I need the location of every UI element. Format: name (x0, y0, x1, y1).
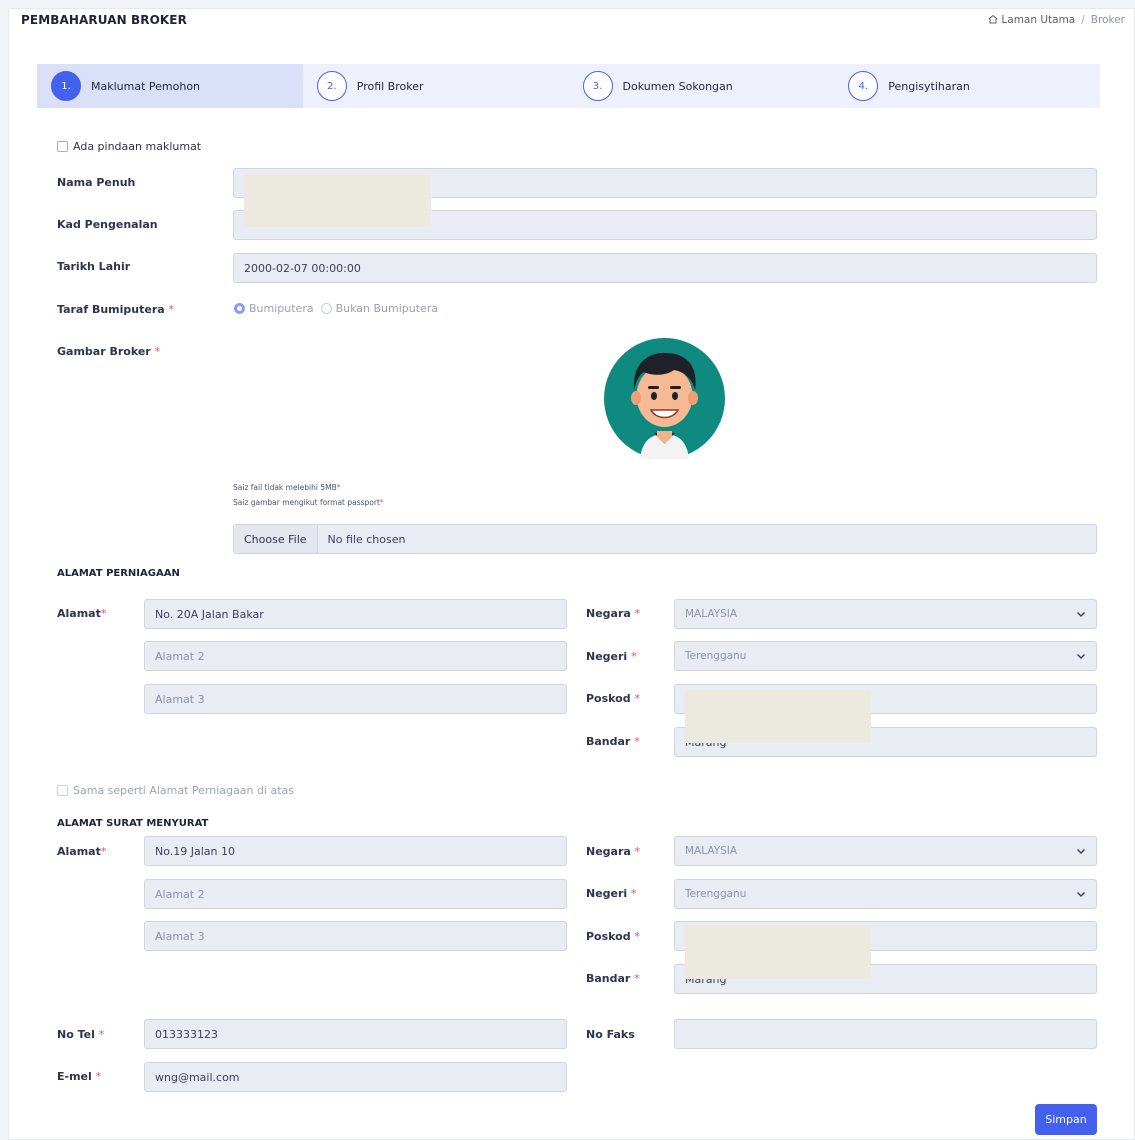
step-dokumen-sokongan[interactable]: 3. Dokumen Sokongan (569, 64, 835, 108)
step-number: 2. (316, 71, 347, 101)
broker-avatar-image (604, 338, 725, 459)
taraf-bumiputera-label: Taraf Bumiputera * (57, 303, 175, 316)
alamat-surat1-input[interactable]: No.19 Jalan 10 (144, 836, 567, 866)
radio-bukan-bumiputera[interactable] (320, 303, 332, 314)
page-title: PEMBAHARUAN BROKER (21, 13, 187, 27)
negara-surat-label: Negara * (586, 845, 641, 858)
kad-pengenalan-label: Kad Pengenalan (57, 218, 158, 231)
bandar-surat-label: Bandar * (586, 972, 640, 985)
section-alamat-perniagaan: ALAMAT PERNIAGAAN (57, 568, 180, 579)
poskod-label: Poskod * (586, 692, 640, 705)
chevron-down-icon (1077, 849, 1085, 854)
step-label: Dokumen Sokongan (622, 79, 733, 93)
amend-checkbox[interactable]: Ada pindaan maklumat (57, 140, 201, 153)
step-number: 1. (51, 71, 81, 101)
same-address-label: Sama seperti Alamat Perniagaan di atas (73, 784, 294, 797)
alamat1-input[interactable]: No. 20A Jalan Bakar (144, 599, 567, 629)
step-pengisytiharan[interactable]: 4. Pengisytiharan (834, 64, 1100, 108)
gambar-broker-label: Gambar Broker * (57, 345, 161, 358)
radio-bumiputera-label: Bumiputera (249, 302, 314, 315)
chevron-down-icon (1077, 654, 1085, 659)
radio-bukan-bumiputera-label: Bukan Bumiputera (335, 302, 439, 315)
alamat-surat2-input[interactable]: Alamat 2 (144, 879, 567, 909)
step-profil-broker[interactable]: 2. Profil Broker (303, 64, 569, 108)
alamat-surat-label: Alamat* (57, 845, 107, 858)
breadcrumb-separator: / (1081, 14, 1085, 26)
nama-penuh-label: Nama Penuh (57, 176, 136, 189)
bandar-label: Bandar * (586, 735, 640, 748)
poskod-surat-label: Poskod * (586, 930, 640, 943)
negara-label: Negara * (586, 607, 641, 620)
tarikh-lahir-label: Tarikh Lahir (57, 260, 131, 273)
same-address-checkbox[interactable]: Sama seperti Alamat Perniagaan di atas (57, 784, 294, 797)
section-alamat-surat: ALAMAT SURAT MENYURAT (57, 818, 209, 829)
redaction-block (685, 690, 871, 743)
passport-format-note: Saiz gambar mengikut format passport* (233, 498, 384, 507)
wizard-stepper: 1. Maklumat Pemohon 2. Profil Broker 3. … (37, 64, 1100, 108)
radio-bumiputera[interactable] (234, 303, 245, 314)
step-label: Pengisytiharan (888, 79, 970, 93)
redaction-block (685, 926, 871, 979)
no-faks-label: No Faks (586, 1028, 635, 1041)
file-upload-input[interactable]: Choose File No file chosen (233, 524, 1097, 554)
tarikh-lahir-input[interactable]: 2000-02-07 00:00:00 (233, 253, 1097, 283)
no-faks-input[interactable] (674, 1019, 1097, 1049)
checkbox-box[interactable] (57, 141, 68, 152)
negara-surat-select[interactable]: MALAYSIA (674, 836, 1097, 866)
no-tel-label: No Tel * (57, 1028, 105, 1041)
email-label: E-mel * (57, 1070, 102, 1083)
checkbox-box[interactable] (57, 785, 68, 796)
negeri-surat-select[interactable]: Terengganu (674, 879, 1097, 909)
step-maklumat-pemohon[interactable]: 1. Maklumat Pemohon (37, 64, 303, 108)
step-label: Maklumat Pemohon (91, 79, 201, 93)
negeri-select[interactable]: Terengganu (674, 641, 1097, 671)
no-tel-input[interactable]: 013333123 (144, 1019, 567, 1049)
amend-checkbox-label: Ada pindaan maklumat (73, 140, 202, 153)
alamat3-input[interactable]: Alamat 3 (144, 684, 567, 714)
file-size-note: Saiz fail tidak melebihi 5MB* (233, 483, 341, 492)
taraf-radio-group: Bumiputera Bukan Bumiputera (234, 302, 438, 315)
breadcrumb-home[interactable]: Laman Utama (988, 14, 1075, 26)
breadcrumb-current: Broker (1090, 14, 1125, 26)
step-label: Profil Broker (356, 79, 424, 93)
redaction-block (244, 174, 431, 227)
alamat2-input[interactable]: Alamat 2 (144, 641, 567, 671)
step-number: 4. (848, 71, 879, 101)
chevron-down-icon (1077, 612, 1085, 617)
home-icon (989, 14, 998, 24)
negara-select[interactable]: MALAYSIA (674, 599, 1097, 629)
negeri-surat-label: Negeri * (586, 887, 637, 900)
save-button[interactable]: Simpan (1035, 1104, 1097, 1135)
file-status-text: No file chosen (327, 532, 406, 546)
email-input[interactable]: wng@mail.com (144, 1062, 567, 1092)
chevron-down-icon (1077, 892, 1085, 897)
negeri-label: Negeri * (586, 650, 637, 663)
alamat-surat3-input[interactable]: Alamat 3 (144, 921, 567, 951)
alamat-label: Alamat* (57, 607, 107, 620)
choose-file-button[interactable]: Choose File (234, 525, 318, 553)
breadcrumb: Laman Utama / Broker (988, 14, 1125, 26)
step-number: 3. (582, 71, 613, 101)
